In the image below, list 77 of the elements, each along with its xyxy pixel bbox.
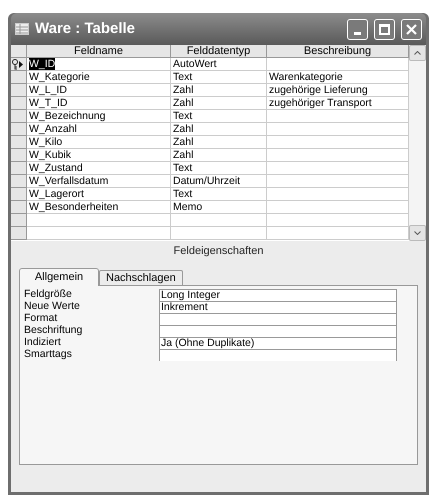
table-cell[interactable]: AutoWert xyxy=(171,58,267,71)
table-cell[interactable]: Text xyxy=(171,188,267,201)
table-cell[interactable] xyxy=(267,175,409,188)
table-cell[interactable]: zugehörige Lieferung xyxy=(267,84,409,97)
property-field[interactable]: Inkrement xyxy=(159,301,397,313)
table-cell[interactable]: W_Kubik xyxy=(27,149,171,162)
property-field[interactable]: Long Integer xyxy=(159,289,397,301)
column-header[interactable]: Feldname xyxy=(27,45,171,58)
table-cell[interactable]: Memo xyxy=(171,201,267,214)
table-icon xyxy=(15,23,29,35)
table-cell[interactable]: Text xyxy=(171,162,267,175)
table-cell[interactable] xyxy=(171,214,267,227)
table-cell[interactable]: W_Besonderheiten xyxy=(27,201,171,214)
table-cell[interactable]: W_Verfallsdatum xyxy=(27,175,171,188)
table-cell[interactable]: W_Kategorie xyxy=(27,71,171,84)
table-cell[interactable]: W_Zustand xyxy=(27,162,171,175)
property-label: Feldgröße xyxy=(24,289,73,301)
table-cell[interactable]: Zahl xyxy=(171,84,267,97)
caret-up-icon xyxy=(414,51,421,55)
table-cell[interactable]: W_Lagerort xyxy=(27,188,171,201)
table-cell[interactable]: W_Bezeichnung xyxy=(27,110,171,123)
property-field[interactable] xyxy=(159,313,397,325)
window-title: Ware : Tabelle xyxy=(35,18,136,39)
table-cell[interactable] xyxy=(267,201,409,214)
table-cell[interactable]: Text xyxy=(171,110,267,123)
scroll-down-button[interactable] xyxy=(409,225,426,241)
table-cell[interactable] xyxy=(27,214,171,227)
table-cell[interactable] xyxy=(27,227,171,240)
property-field[interactable] xyxy=(159,349,397,361)
key-icon xyxy=(11,58,19,70)
property-field[interactable] xyxy=(159,325,397,337)
table-cell[interactable] xyxy=(267,136,409,149)
table-cell[interactable] xyxy=(267,123,409,136)
section-heading: Feldeigenschaften xyxy=(172,244,264,259)
table-cell[interactable]: Zahl xyxy=(171,97,267,110)
table-cell[interactable] xyxy=(267,58,409,71)
table-cell[interactable] xyxy=(267,227,409,240)
table-cell[interactable]: W_L_ID xyxy=(27,84,171,97)
table-cell[interactable]: Text xyxy=(171,71,267,84)
property-label: Indiziert xyxy=(24,337,62,349)
maximize-button[interactable] xyxy=(374,18,395,40)
scrollbar[interactable] xyxy=(409,45,426,241)
close-button[interactable] xyxy=(401,18,422,40)
table-cell[interactable] xyxy=(267,188,409,201)
table-cell[interactable]: W_T_ID xyxy=(27,97,171,110)
row-selector[interactable] xyxy=(11,58,27,71)
property-label: Smarttags xyxy=(24,349,73,361)
close-icon xyxy=(406,24,417,34)
table-cell[interactable]: Zahl xyxy=(171,123,267,136)
table-cell[interactable] xyxy=(267,149,409,162)
property-label: Beschriftung xyxy=(24,325,84,337)
table-cell[interactable] xyxy=(267,214,409,227)
table-cell[interactable]: W_Anzahl xyxy=(27,123,171,136)
minimize-icon xyxy=(354,32,361,34)
caret-down-icon xyxy=(414,231,421,235)
property-field[interactable]: Ja (Ohne Duplikate) xyxy=(159,337,397,349)
tab[interactable]: Allgemein xyxy=(19,268,99,286)
current-row-icon xyxy=(19,60,23,68)
column-header[interactable]: Beschreibung xyxy=(267,45,409,58)
property-label: Format xyxy=(24,313,58,325)
table-cell[interactable]: Zahl xyxy=(171,136,267,149)
table-cell[interactable]: W_ID xyxy=(27,58,171,71)
table-cell[interactable]: Datum/Uhrzeit xyxy=(171,175,267,188)
column-header[interactable]: Felddatentyp xyxy=(171,45,267,58)
tab[interactable]: Nachschlagen xyxy=(99,270,183,285)
minimize-button[interactable] xyxy=(347,18,368,40)
property-label: Neue Werte xyxy=(24,301,81,313)
table-cell[interactable]: zugehöriger Transport xyxy=(267,97,409,110)
table-cell[interactable]: Zahl xyxy=(171,149,267,162)
table-cell[interactable] xyxy=(171,227,267,240)
table-cell[interactable]: W_Kilo xyxy=(27,136,171,149)
table-cell[interactable] xyxy=(267,110,409,123)
maximize-icon xyxy=(379,24,390,34)
table-cell[interactable]: Warenkategorie xyxy=(267,71,409,84)
header-corner xyxy=(11,45,27,58)
scroll-up-button[interactable] xyxy=(409,45,426,61)
table-cell[interactable] xyxy=(267,162,409,175)
